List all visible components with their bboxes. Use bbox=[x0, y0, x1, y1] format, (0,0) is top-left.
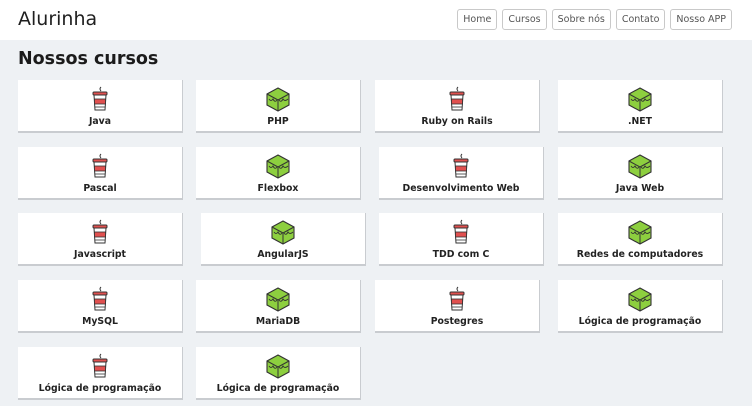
course-card-flexbox[interactable]: Flexbox bbox=[196, 147, 361, 200]
green-cube-icon bbox=[265, 353, 291, 379]
course-label: Ruby on Rails bbox=[421, 116, 493, 127]
section-title: Nossos cursos bbox=[18, 49, 159, 69]
green-cube-icon bbox=[627, 86, 653, 112]
red-cup-icon bbox=[448, 153, 474, 179]
red-cup-icon bbox=[444, 286, 470, 312]
course-label: Java bbox=[88, 116, 112, 127]
course-label: Lógica de programação bbox=[38, 383, 162, 394]
course-label: Java Web bbox=[615, 183, 665, 194]
nav-contato-button[interactable]: Contato bbox=[615, 9, 666, 30]
course-label: MariaDB bbox=[255, 316, 301, 327]
course-card-net[interactable]: .NET bbox=[558, 80, 723, 133]
red-cup-icon bbox=[87, 219, 113, 245]
course-label: MySQL bbox=[82, 316, 118, 327]
green-cube-icon bbox=[265, 86, 291, 112]
course-card-desenvolvimento-web[interactable]: Desenvolvimento Web bbox=[379, 147, 544, 200]
red-cup-icon bbox=[87, 286, 113, 312]
green-cube-icon bbox=[627, 286, 653, 312]
nav-app-button[interactable]: Nosso APP bbox=[670, 9, 732, 30]
green-cube-icon bbox=[627, 153, 653, 179]
course-card-logica-de-programacao[interactable]: Lógica de programação bbox=[196, 347, 361, 400]
course-label: Pascal bbox=[83, 183, 117, 194]
nav-sobre-button[interactable]: Sobre nós bbox=[551, 9, 611, 30]
red-cup-icon bbox=[444, 86, 470, 112]
nav-home-button[interactable]: Home bbox=[457, 9, 498, 30]
course-label: AngularJS bbox=[257, 249, 309, 260]
course-card-mariadb[interactable]: MariaDB bbox=[196, 280, 361, 333]
course-card-ruby-on-rails[interactable]: Ruby on Rails bbox=[375, 80, 540, 133]
course-card-java-web[interactable]: Java Web bbox=[558, 147, 723, 200]
top-navbar: Alurinha Home Cursos Sobre nós Contato N… bbox=[0, 0, 752, 40]
nav-cursos-button[interactable]: Cursos bbox=[502, 9, 547, 30]
course-card-angularjs[interactable]: AngularJS bbox=[201, 213, 366, 266]
course-card-pascal[interactable]: Pascal bbox=[18, 147, 183, 200]
red-cup-icon bbox=[87, 86, 113, 112]
course-card-javascript[interactable]: Javascript bbox=[18, 213, 183, 266]
main-nav: Home Cursos Sobre nós Contato Nosso APP bbox=[457, 9, 732, 30]
course-label: Flexbox bbox=[257, 183, 299, 194]
red-cup-icon bbox=[87, 353, 113, 379]
course-label: Postegres bbox=[430, 316, 484, 327]
course-card-logica-de-programacao[interactable]: Lógica de programação bbox=[18, 347, 183, 400]
course-label: Lógica de programação bbox=[216, 383, 340, 394]
course-card-java[interactable]: Java bbox=[18, 80, 183, 133]
red-cup-icon bbox=[448, 219, 474, 245]
course-card-mysql[interactable]: MySQL bbox=[18, 280, 183, 333]
course-label: Desenvolvimento Web bbox=[402, 183, 520, 194]
green-cube-icon bbox=[265, 153, 291, 179]
course-label: Redes de computadores bbox=[576, 249, 704, 260]
course-label: PHP bbox=[267, 116, 289, 127]
course-label: TDD com C bbox=[432, 249, 490, 260]
course-card-php[interactable]: PHP bbox=[196, 80, 361, 133]
course-label: .NET bbox=[627, 116, 652, 127]
brand-logo-text[interactable]: Alurinha bbox=[18, 8, 97, 30]
green-cube-icon bbox=[627, 219, 653, 245]
course-card-logica-de-programacao[interactable]: Lógica de programação bbox=[558, 280, 723, 333]
course-card-postegres[interactable]: Postegres bbox=[375, 280, 540, 333]
course-label: Javascript bbox=[74, 249, 126, 260]
course-label: Lógica de programação bbox=[578, 316, 702, 327]
course-card-tdd-com-c[interactable]: TDD com C bbox=[379, 213, 544, 266]
red-cup-icon bbox=[87, 153, 113, 179]
course-card-redes-de-computadores[interactable]: Redes de computadores bbox=[558, 213, 723, 266]
green-cube-icon bbox=[265, 286, 291, 312]
green-cube-icon bbox=[270, 219, 296, 245]
